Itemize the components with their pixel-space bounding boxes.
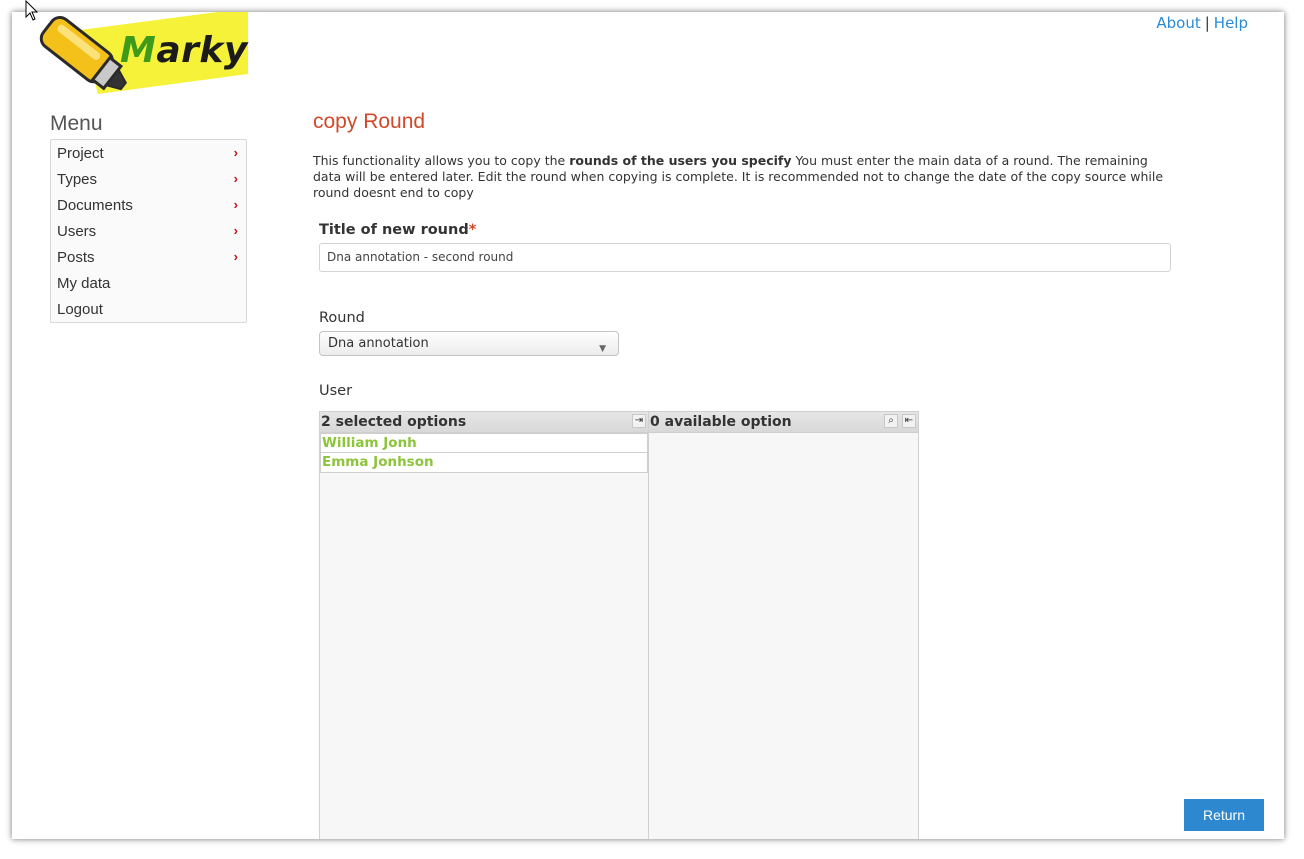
sidebar-item-types[interactable]: Types ›: [51, 168, 246, 194]
required-mark: *: [468, 222, 477, 238]
sidebar-item-documents[interactable]: Documents ›: [51, 194, 246, 220]
page-description: This functionality allows you to copy th…: [313, 153, 1164, 200]
title-field-label: Title of new round*: [319, 222, 477, 238]
round-title-input[interactable]: Dna annotation - second round: [319, 243, 1171, 272]
available-options-header: 0 available option ⌕ ⇤: [649, 412, 918, 433]
chevron-right-icon: ›: [233, 145, 238, 160]
sidebar-item-label: Users: [57, 223, 97, 240]
app-window: Marky About | Help Menu Project › Types › Do…: [12, 12, 1284, 839]
sidebar-item-my-data[interactable]: My data: [51, 272, 246, 298]
chevron-right-icon: ›: [233, 249, 238, 264]
sidebar-item-label: Project: [57, 145, 104, 162]
round-select-value: Dna annotation: [328, 336, 429, 351]
mouse-cursor-icon: [25, 0, 39, 26]
sidebar-item-label: Posts: [57, 249, 95, 266]
marky-logo[interactable]: Marky: [20, 12, 260, 102]
sidebar-item-label: Documents: [57, 197, 133, 214]
search-icon[interactable]: ⌕: [884, 414, 898, 428]
available-users-list: 0 available option ⌕ ⇤: [649, 411, 919, 839]
list-item[interactable]: William Jonh: [320, 433, 648, 453]
sidebar-item-label: Types: [57, 171, 98, 188]
sidebar-item-users[interactable]: Users ›: [51, 220, 246, 246]
round-field-label: Round: [319, 310, 365, 326]
chevron-right-icon: ›: [233, 223, 238, 238]
page-title: copy Round: [313, 110, 426, 133]
return-button[interactable]: Return: [1184, 799, 1264, 831]
chevron-right-icon: ›: [233, 197, 238, 212]
sidebar-item-logout[interactable]: Logout: [51, 298, 246, 324]
selected-count: 2 selected options: [321, 414, 467, 430]
round-select[interactable]: Dna annotation ▼: [319, 331, 619, 356]
dropdown-arrow-icon: ▼: [599, 344, 606, 354]
sidebar-menu: Project › Types › Documents › Users › Posts ›…: [50, 139, 247, 323]
help-link[interactable]: Help: [1214, 14, 1248, 32]
logo-wordmark: Marky: [120, 30, 248, 71]
available-count: 0 available option: [650, 414, 792, 430]
sidebar-item-posts[interactable]: Posts ›: [51, 246, 246, 272]
user-field-label: User: [319, 383, 353, 399]
top-links: About | Help: [1156, 14, 1248, 32]
chevron-right-icon: ›: [233, 171, 238, 186]
selected-users-list: 2 selected options ⇥ William Jonh Emma J…: [319, 411, 649, 839]
link-separator: |: [1204, 14, 1210, 32]
sidebar-item-label: Logout: [57, 301, 103, 318]
sidebar-item-label: My data: [57, 275, 111, 292]
list-item[interactable]: Emma Jonhson: [320, 453, 648, 473]
remove-all-icon[interactable]: ⇥: [632, 414, 646, 428]
selected-options-header: 2 selected options ⇥: [320, 412, 648, 433]
sidebar-item-project[interactable]: Project ›: [51, 142, 246, 168]
add-all-icon[interactable]: ⇤: [902, 414, 916, 428]
menu-title: Menu: [50, 112, 103, 135]
about-link[interactable]: About: [1156, 14, 1200, 32]
